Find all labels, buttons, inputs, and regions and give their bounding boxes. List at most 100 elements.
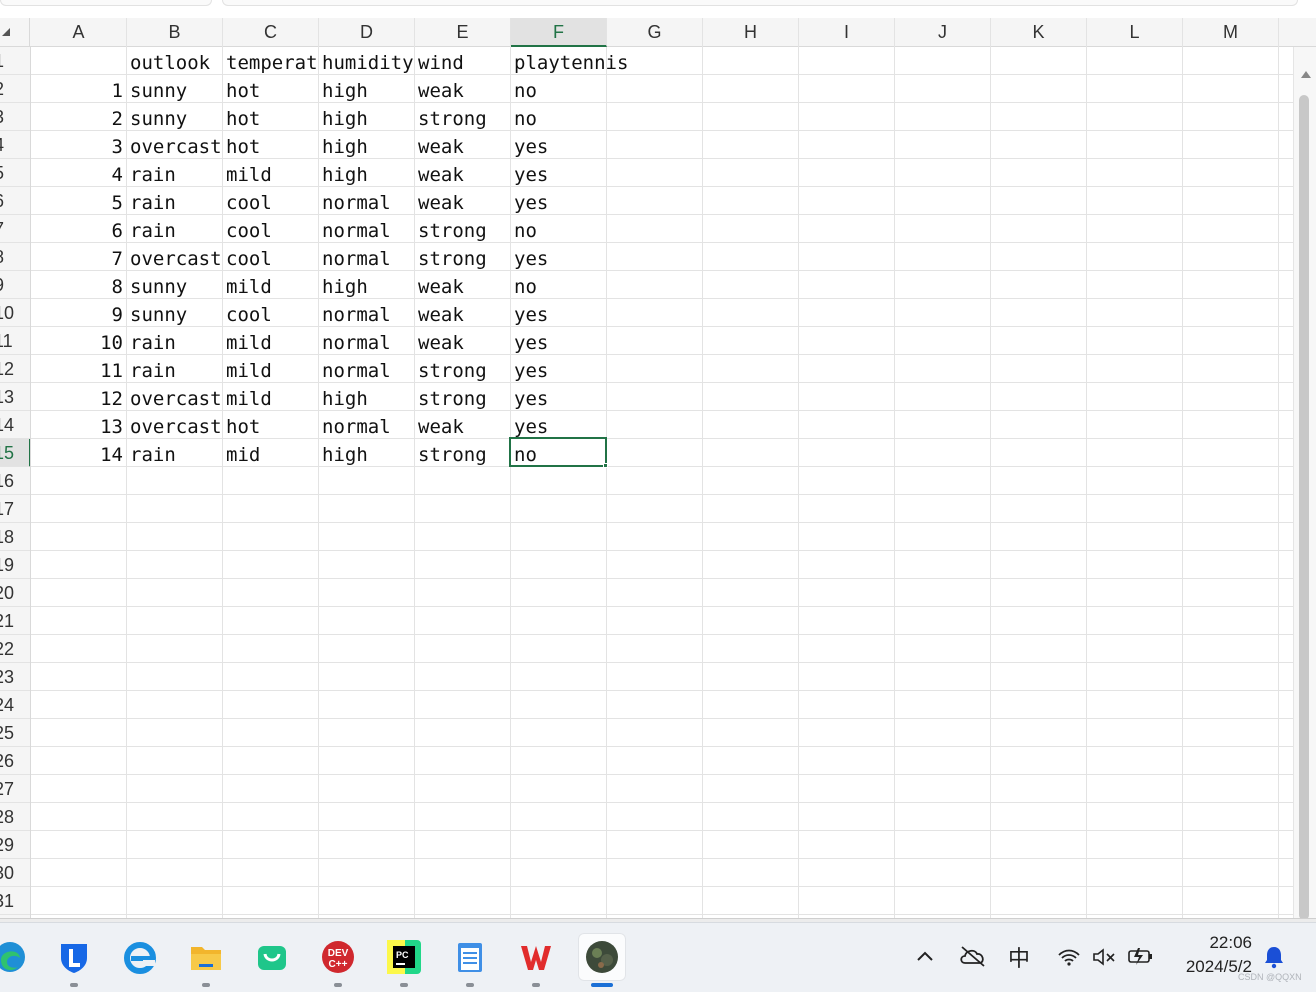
taskbar-app-devcpp[interactable]: DEV C++ [314,933,362,987]
data-cell[interactable]: 5 [31,187,123,215]
column-header-e[interactable]: E [415,18,511,47]
taskbar-app-wps[interactable] [512,933,560,987]
column-header-b[interactable]: B [127,18,223,47]
row-header-28[interactable]: 28 [0,803,30,831]
data-cell[interactable]: overcast [130,411,222,439]
data-cell[interactable]: hot [226,103,318,131]
data-cell[interactable]: strong [418,383,510,411]
header-cell[interactable]: playtennis [514,47,628,75]
data-cell[interactable]: yes [514,355,606,383]
data-cell[interactable]: no [514,75,606,103]
row-header-3[interactable]: 3 [0,103,30,131]
row-header-15[interactable]: 15 [0,439,30,467]
row-header-21[interactable]: 21 [0,607,30,635]
data-cell[interactable]: sunny [130,271,222,299]
data-cell[interactable]: mild [226,271,318,299]
row-header-17[interactable]: 17 [0,495,30,523]
column-header-a[interactable]: A [31,18,127,47]
data-cell[interactable]: 9 [31,299,123,327]
column-header-d[interactable]: D [319,18,415,47]
vertical-scrollbar[interactable] [1293,47,1316,920]
taskbar-clock-time[interactable]: 22:06 [1190,933,1252,953]
data-cell[interactable]: hot [226,131,318,159]
row-header-5[interactable]: 5 [0,159,30,187]
column-header-k[interactable]: K [991,18,1087,47]
data-cell[interactable]: 2 [31,103,123,131]
row-header-1[interactable]: 1 [0,47,30,75]
data-cell[interactable]: cool [226,215,318,243]
data-cell[interactable]: strong [418,355,510,383]
data-cell[interactable]: sunny [130,103,222,131]
data-cell[interactable]: yes [514,411,606,439]
data-cell[interactable]: strong [418,103,510,131]
data-cell[interactable]: mild [226,355,318,383]
data-cell[interactable]: strong [418,439,510,467]
data-cell[interactable]: high [322,159,414,187]
column-header-l[interactable]: L [1087,18,1183,47]
wifi-icon[interactable] [1057,947,1081,967]
taskbar-app-notepad[interactable] [446,933,494,987]
taskbar-app-store[interactable] [248,933,296,981]
taskbar-app-pycharm[interactable]: PC [380,933,428,987]
row-header-30[interactable]: 30 [0,859,30,887]
taskbar-app-edge[interactable] [0,933,34,981]
data-cell[interactable]: sunny [130,75,222,103]
data-cell[interactable]: weak [418,327,510,355]
row-header-4[interactable]: 4 [0,131,30,159]
data-cell[interactable]: normal [322,411,414,439]
data-cell[interactable]: 14 [31,439,123,467]
data-cell[interactable]: hot [226,411,318,439]
column-header-j[interactable]: J [895,18,991,47]
data-cell[interactable]: high [322,271,414,299]
select-all-corner[interactable] [0,18,30,47]
data-cell[interactable]: normal [322,355,414,383]
data-cell[interactable]: mild [226,383,318,411]
data-cell[interactable]: rain [130,187,222,215]
data-cell[interactable]: high [322,131,414,159]
data-cell[interactable]: strong [418,243,510,271]
header-cell[interactable]: outlook [130,47,222,75]
row-header-10[interactable]: 10 [0,299,30,327]
ime-indicator[interactable]: 中 [1008,941,1030,972]
taskbar-app-ie[interactable] [116,933,164,981]
speaker-muted-icon[interactable] [1092,947,1118,967]
data-cell[interactable]: yes [514,327,606,355]
data-cell[interactable]: hot [226,75,318,103]
header-cell[interactable]: wind [418,47,510,75]
chevron-up-icon[interactable] [916,950,934,962]
data-cell[interactable]: no [514,271,606,299]
data-cell[interactable]: high [322,103,414,131]
row-header-14[interactable]: 14 [0,411,30,439]
battery-charging-icon[interactable] [1127,946,1155,966]
data-cell[interactable]: weak [418,131,510,159]
data-cell[interactable]: rain [130,215,222,243]
data-cell[interactable]: no [514,103,606,131]
row-header-13[interactable]: 13 [0,383,30,411]
data-cell[interactable]: high [322,75,414,103]
data-cell[interactable]: 12 [31,383,123,411]
data-cell[interactable]: high [322,439,414,467]
data-cell[interactable]: normal [322,187,414,215]
data-cell[interactable]: 6 [31,215,123,243]
data-cell[interactable]: 10 [31,327,123,355]
data-cell[interactable]: 13 [31,411,123,439]
data-cell[interactable]: 1 [31,75,123,103]
row-header-19[interactable]: 19 [0,551,30,579]
column-header-i[interactable]: I [799,18,895,47]
row-header-20[interactable]: 20 [0,579,30,607]
data-cell[interactable]: overcast [130,383,222,411]
row-header-12[interactable]: 12 [0,355,30,383]
data-cell[interactable]: overcast [130,131,222,159]
data-cell[interactable]: 3 [31,131,123,159]
data-cell[interactable]: no [514,215,606,243]
cloud-offline-icon[interactable] [959,945,987,967]
row-header-7[interactable]: 7 [0,215,30,243]
data-cell[interactable]: mild [226,159,318,187]
data-cell[interactable]: rain [130,327,222,355]
data-cell[interactable]: normal [322,215,414,243]
row-header-22[interactable]: 22 [0,635,30,663]
row-header-23[interactable]: 23 [0,663,30,691]
data-cell[interactable]: cool [226,187,318,215]
data-cell[interactable]: 11 [31,355,123,383]
data-cell[interactable]: cool [226,299,318,327]
